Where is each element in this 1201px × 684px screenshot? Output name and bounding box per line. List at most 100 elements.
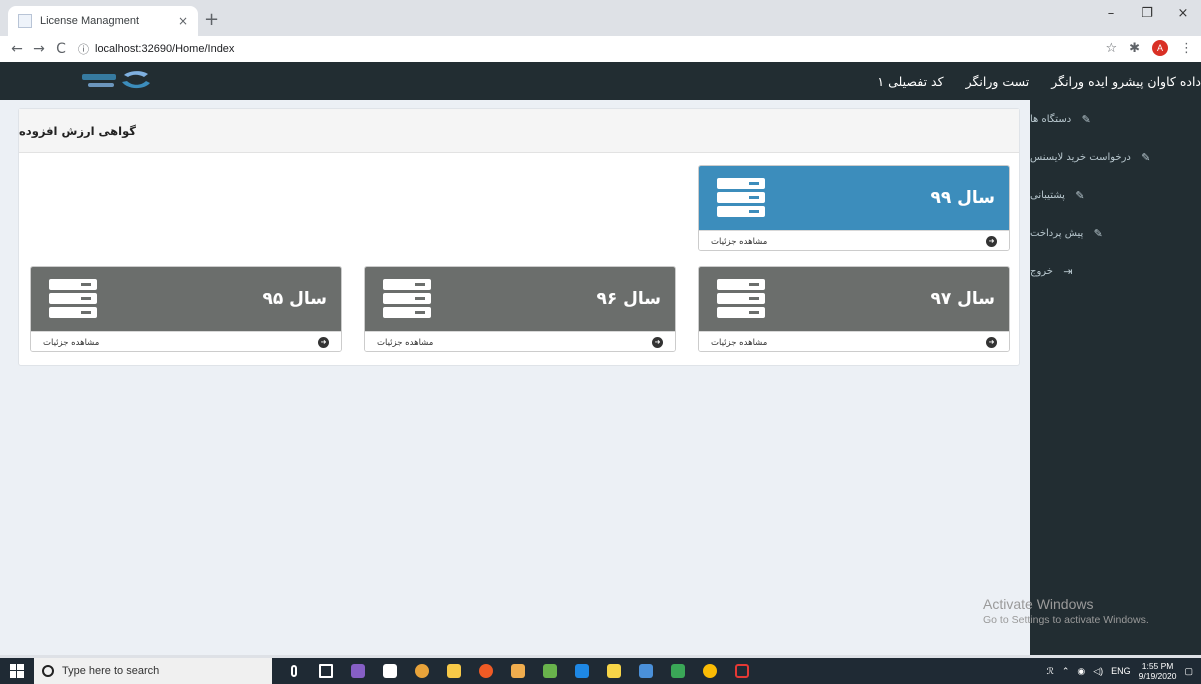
year-card[interactable]: سال ۹۷ مشاهده جزئیات ➜ (698, 266, 1010, 352)
sign-out-icon: ⇥ (1063, 264, 1073, 278)
nav-link-test[interactable]: تست ورانگر (955, 74, 1041, 89)
card-top: سال ۹۵ (31, 267, 341, 331)
logo[interactable] (78, 68, 160, 94)
nav-link-code[interactable]: کد تفصیلی ۱ (866, 74, 954, 89)
sidebar-item-label: درخواست خرید لایسنس (1030, 151, 1131, 163)
view-details-link[interactable]: مشاهده جزئیات (377, 338, 433, 348)
url-field[interactable]: ⓘ localhost:32690/Home/Index (78, 41, 234, 57)
watermark-subtitle: Go to Settings to activate Windows. (983, 614, 1149, 626)
chevron-up-icon[interactable]: ⌃ (1062, 666, 1070, 677)
app-tool-icon[interactable] (534, 658, 566, 684)
store-icon[interactable] (374, 658, 406, 684)
app-orange-icon[interactable] (502, 658, 534, 684)
forward-icon[interactable]: → (28, 41, 50, 57)
card-footer[interactable]: مشاهده جزئیات ➜ (699, 230, 1009, 250)
sidebar-item-logout[interactable]: ⇥ خروج (1030, 252, 1201, 290)
sidebar-item-label: پشتیبانی (1030, 189, 1065, 201)
close-tab-icon[interactable]: × (178, 14, 188, 28)
year-card[interactable]: سال ۹۵ مشاهده جزئیات ➜ (30, 266, 342, 352)
card-top: سال ۹۶ (365, 267, 675, 331)
window-controls: – ❐ × (1093, 0, 1201, 32)
chrome-icon[interactable] (694, 658, 726, 684)
app-green-icon[interactable] (662, 658, 694, 684)
network-icon[interactable]: ◉ (1077, 666, 1085, 677)
menu-icon[interactable]: ⋮ (1180, 41, 1193, 56)
url-text: localhost:32690/Home/Index (95, 43, 235, 55)
edit-icon: ✎ (1081, 112, 1091, 126)
notifications-icon[interactable]: ▢ (1184, 666, 1193, 677)
close-window-button[interactable]: × (1165, 0, 1201, 32)
file-explorer-icon[interactable] (438, 658, 470, 684)
back-icon[interactable]: ← (6, 41, 28, 57)
windows-taskbar: Type here to search ℛ ⌃ ◉ ◁) ENG 1:55 PM… (0, 658, 1201, 684)
main-content: گواهی ارزش افزوده سال ۹۹ مشاهده جزئیات ➜ (0, 100, 1030, 655)
app-blue-icon[interactable] (630, 658, 662, 684)
browser-tab-bar: License Managment × + – ❐ × (0, 0, 1201, 36)
card-footer[interactable]: مشاهده جزئیات ➜ (699, 331, 1009, 351)
year-card[interactable]: سال ۹۹ مشاهده جزئیات ➜ (698, 165, 1010, 251)
panel-title: گواهی ارزش افزوده (19, 123, 136, 138)
minimize-button[interactable]: – (1093, 0, 1129, 32)
page-favicon-icon (18, 14, 32, 28)
clock[interactable]: 1:55 PM 9/19/2020 (1139, 661, 1177, 681)
address-bar: ← → C ⓘ localhost:32690/Home/Index ☆ ✱ A… (0, 36, 1201, 62)
windows-logo-icon (10, 664, 24, 678)
people-icon[interactable]: ℛ (1047, 666, 1054, 677)
info-icon[interactable]: ⓘ (78, 41, 89, 57)
server-icon (383, 279, 431, 318)
sidebar-item-devices[interactable]: ✎ دستگاه ها (1030, 100, 1201, 138)
nav-brand[interactable]: داده کاوان پیشرو ایده ورانگر (1040, 74, 1201, 89)
volume-icon[interactable]: ◁) (1093, 666, 1103, 677)
chrome-icon[interactable] (406, 658, 438, 684)
app-red-icon[interactable] (726, 658, 758, 684)
card-footer[interactable]: مشاهده جزئیات ➜ (31, 331, 341, 351)
task-view-icon[interactable] (310, 658, 342, 684)
sticky-notes-icon[interactable] (598, 658, 630, 684)
star-icon[interactable]: ☆ (1105, 41, 1117, 56)
tab-title: License Managment (40, 15, 140, 27)
reload-icon[interactable]: C (50, 41, 72, 57)
card-footer[interactable]: مشاهده جزئیات ➜ (365, 331, 675, 351)
postman-icon[interactable] (470, 658, 502, 684)
avatar[interactable]: A (1152, 40, 1168, 56)
view-details-link[interactable]: مشاهده جزئیات (711, 237, 767, 247)
visual-studio-icon[interactable] (342, 658, 374, 684)
view-details-link[interactable]: مشاهده جزئیات (43, 338, 99, 348)
vscode-icon[interactable] (566, 658, 598, 684)
clock-time: 1:55 PM (1141, 661, 1174, 671)
extensions-icon[interactable]: ✱ (1129, 41, 1140, 56)
certificate-panel: گواهی ارزش افزوده سال ۹۹ مشاهده جزئیات ➜ (18, 108, 1020, 366)
card-year: سال ۹۵ (262, 289, 327, 309)
sidebar-item-support[interactable]: ✎ پشتیبانی (1030, 176, 1201, 214)
sidebar-item-license-request[interactable]: ✎ درخواست خرید لایسنس (1030, 138, 1201, 176)
server-icon (49, 279, 97, 318)
card-year: سال ۹۹ (930, 188, 995, 208)
sidebar-item-label: پیش پرداخت (1030, 227, 1084, 239)
language-indicator[interactable]: ENG (1111, 666, 1131, 676)
year-card[interactable]: سال ۹۶ مشاهده جزئیات ➜ (364, 266, 676, 352)
taskbar-search-box[interactable]: Type here to search (34, 658, 272, 684)
new-tab-button[interactable]: + (204, 9, 219, 30)
card-year: سال ۹۶ (596, 289, 661, 309)
sidebar: ✎ دستگاه ها ✎ درخواست خرید لایسنس ✎ پشتی… (1030, 100, 1201, 655)
panel-header: گواهی ارزش افزوده (19, 109, 1019, 153)
edit-icon: ✎ (1075, 188, 1085, 202)
arrow-circle-icon[interactable]: ➜ (986, 337, 997, 348)
start-button[interactable] (0, 658, 34, 684)
sidebar-item-prepayment[interactable]: ✎ پیش پرداخت (1030, 214, 1201, 252)
sidebar-item-label: دستگاه ها (1030, 113, 1072, 125)
system-tray: ℛ ⌃ ◉ ◁) ENG 1:55 PM 9/19/2020 ▢ (1047, 658, 1201, 684)
view-details-link[interactable]: مشاهده جزئیات (711, 338, 767, 348)
clock-date: 9/19/2020 (1138, 671, 1177, 681)
browser-tab[interactable]: License Managment × (8, 6, 198, 36)
search-placeholder: Type here to search (62, 665, 160, 677)
restore-button[interactable]: ❐ (1129, 0, 1165, 32)
navbar-links: داده کاوان پیشرو ایده ورانگر تست ورانگر … (866, 62, 1201, 100)
arrow-circle-icon[interactable]: ➜ (318, 337, 329, 348)
server-icon (717, 178, 765, 217)
arrow-circle-icon[interactable]: ➜ (986, 236, 997, 247)
microphone-icon[interactable] (278, 658, 310, 684)
sidebar-item-label: خروج (1030, 265, 1053, 277)
watermark-title: Activate Windows (983, 596, 1094, 612)
arrow-circle-icon[interactable]: ➜ (652, 337, 663, 348)
